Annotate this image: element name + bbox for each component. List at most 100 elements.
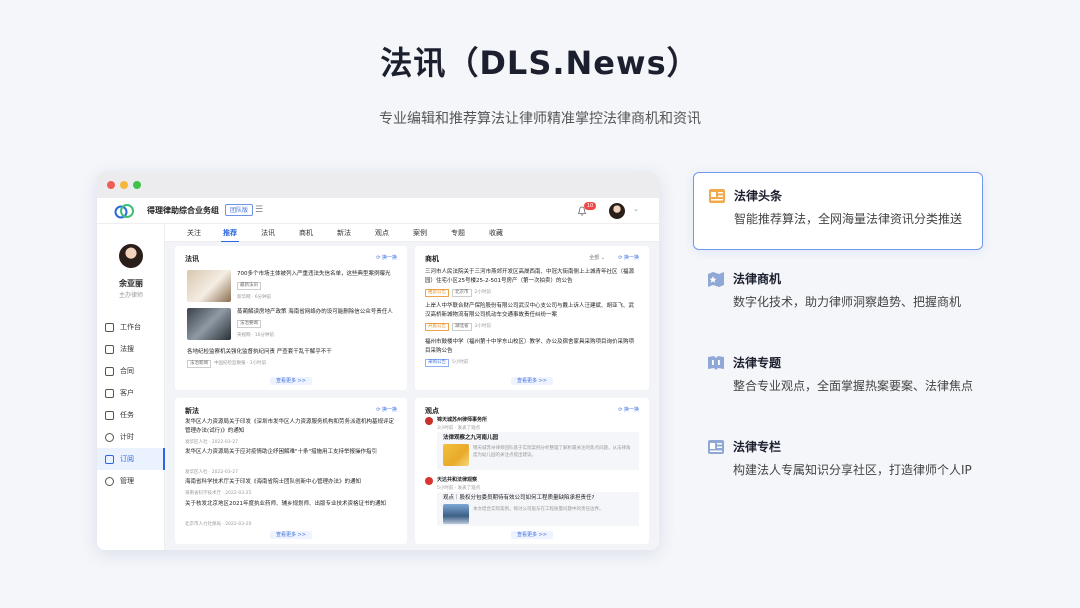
user-name: 余亚丽 — [119, 279, 143, 288]
app-header: 得理律助综合业务组 团队版 ☰ 10 ⌄ — [97, 198, 659, 224]
news-tag: 法治要闻 — [237, 320, 264, 328]
maximize-dot-icon[interactable] — [133, 181, 141, 189]
business-title[interactable]: 上岸人中华联合财产保险股份有限公司武汉中心支公司与戴上诉人汪建斌、胡亚飞、武汉高… — [425, 302, 639, 320]
view-more-label: 查看更多 >> — [511, 377, 553, 385]
meta-text: 5小时前 — [452, 360, 469, 365]
sidebar-item-search[interactable]: 法搜 — [97, 338, 165, 360]
sidebar-item-workbench[interactable]: 工作台 — [97, 316, 165, 338]
tab-favorites[interactable]: 收藏 — [489, 228, 503, 238]
refresh-button[interactable]: ⟳ 换一换 — [618, 406, 639, 413]
sidebar-item-customer[interactable]: 客户 — [97, 382, 165, 404]
task-icon — [105, 410, 114, 420]
sidebar-item-timer[interactable]: 计时 — [97, 426, 165, 448]
sidebar-item-admin[interactable]: 管理 — [97, 470, 165, 492]
new-law-card: 新法 ⟳ 换一换 发华区人力资源局关于印发《深圳市发华区人力资源服务机构和劳务派… — [175, 398, 407, 544]
close-dot-icon[interactable] — [107, 181, 115, 189]
sidebar-menu: 工作台 法搜 合同 客户 任务 计时 订阅 管理 — [97, 316, 165, 492]
news-title[interactable]: 700多个市场主体被列入严重违法失信名单，这些典型案例曝光 — [237, 270, 399, 279]
opinion-source[interactable]: 天达共和法律观察 — [437, 476, 477, 485]
view-more-label: 查看更多 >> — [511, 531, 553, 539]
team-badge: 团队版 — [225, 204, 254, 216]
business-meta: 采购公告 5小时前 — [425, 359, 468, 367]
tab-business[interactable]: 商机 — [299, 228, 313, 238]
tab-follow[interactable]: 关注 — [187, 228, 201, 238]
source-logo-icon — [425, 477, 433, 485]
tab-topic[interactable]: 专题 — [451, 228, 465, 238]
meta-text: 3小时前 — [474, 324, 491, 329]
law-title[interactable]: 关于核发北京地区2021年度执业药师、辅乡规划师、出版专业技术资格证书的通知 — [185, 500, 399, 509]
law-title[interactable]: 海南省科学技术厅关于印发《海南省院士团队创新中心管理办法》的通知 — [185, 478, 399, 487]
tab-recommend[interactable]: 推荐 — [221, 228, 239, 243]
user-avatar[interactable] — [609, 203, 625, 219]
news-title[interactable]: 蒸蔺解读房地产政策 海南省网络办的设可能删除信公众号责任人 — [237, 308, 399, 317]
opinion-title: 法律观察之九河南儿园 — [443, 435, 499, 441]
view-more-label: 查看更多 >> — [270, 377, 312, 385]
view-more-button[interactable]: 查看更多 >> — [415, 377, 649, 385]
card-title: 观点 — [425, 407, 439, 415]
law-title[interactable]: 发华区人力资源局关于应对疫情助企纾困解难"十条"措施用工支持举报操作指引 — [185, 448, 399, 457]
view-more-button[interactable]: 查看更多 >> — [175, 531, 407, 539]
news-title[interactable]: 各地纪检监察机关强化监督执纪问责 严查套干乱干解乎不干 — [187, 348, 399, 357]
business-title[interactable]: 三河市人民法院关于三河市燕郊开发区高晟西南、中冠大街南侧上上城青年社区（福源园）… — [425, 268, 639, 286]
tab-case[interactable]: 案例 — [413, 228, 427, 238]
admin-icon — [105, 476, 114, 486]
tag: 法治新闻 — [187, 360, 211, 368]
feature-title: 法律商机 — [733, 272, 782, 286]
feature-legal-columns[interactable]: 法律专栏 构建法人专属知识分享社区，打造律师个人IP — [693, 424, 983, 502]
news-meta: 法治新闻 中国纪检监察报 · 1小时前 — [187, 360, 266, 368]
user-role: 主办律师 — [118, 292, 143, 299]
tab-new-law[interactable]: 新法 — [337, 228, 351, 238]
law-meta: 北京市人力社保局 · 2022-03-20 — [185, 522, 252, 527]
feature-title: 法律专题 — [733, 356, 782, 370]
news-thumbnail — [187, 308, 231, 340]
sidebar-item-label: 法搜 — [120, 345, 134, 353]
opinion-preview[interactable]: 观点｜股权分包委员期待有效公司如何工程质量缺陷承担责任? 本文结合实际案例，探讨… — [437, 492, 639, 526]
law-meta: 发华区人社 · 2022-03-27 — [185, 470, 238, 475]
book-icon — [708, 356, 724, 370]
law-title[interactable]: 发华区人力资源局关于印发《深圳市发华区人力资源服务机构和劳务派遣机构基规评定管理… — [185, 418, 399, 436]
view-more-button[interactable]: 查看更多 >> — [175, 377, 407, 385]
opinion-source-meta: 5小时前 · 发表了观点 — [437, 486, 481, 491]
business-meta: 拍卖公告 北京市 2小时前 — [425, 289, 491, 297]
page-title: 法讯（DLS.News） — [380, 44, 700, 82]
refresh-label: 换一换 — [623, 407, 639, 413]
opinion-source[interactable]: 锦天城苏州律师事务所 — [437, 416, 487, 425]
refresh-button[interactable]: ⟳ 换一换 — [618, 254, 639, 261]
minimize-dot-icon[interactable] — [120, 181, 128, 189]
opinion-summary: 本文结合实际案例，探讨公司股东在工程质量问题中的责任边界。 — [473, 507, 604, 512]
card-title: 新法 — [185, 407, 199, 415]
feature-legal-topics[interactable]: 法律专题 整合专业观点，全面掌握热案要案、法律焦点 — [693, 340, 983, 418]
filter-dropdown[interactable]: 全部 ⌄ — [589, 254, 605, 261]
tab-faxun[interactable]: 法讯 — [261, 228, 275, 238]
business-title[interactable]: 福州市鼓楼中学（福州第十中学东山校区）教学、办公及宿舍家具采购项目询价采购项目采… — [425, 338, 639, 356]
clock-icon — [105, 432, 114, 442]
sidebar-item-label: 客户 — [120, 389, 134, 397]
opinion-title: 观点｜股权分包委员期待有效公司如何工程质量缺陷承担责任? — [443, 495, 595, 501]
news-meta: 央视网 · 16分钟前 — [237, 333, 275, 338]
refresh-button[interactable]: ⟳ 换一换 — [376, 254, 397, 261]
sidebar-item-contract[interactable]: 合同 — [97, 360, 165, 382]
sidebar-item-label: 管理 — [120, 477, 134, 485]
search-doc-icon — [105, 344, 114, 354]
news-tag: 最新法讯 — [237, 282, 264, 290]
view-more-button[interactable]: 查看更多 >> — [415, 531, 649, 539]
chevron-down-icon[interactable]: ⌄ — [633, 205, 639, 213]
contract-icon — [105, 366, 114, 376]
refresh-button[interactable]: ⟳ 换一换 — [376, 406, 397, 413]
menu-icon[interactable]: ☰ — [255, 205, 263, 215]
feature-legal-business[interactable]: 法律商机 数字化技术，助力律师洞察趋势、把握商机 — [693, 256, 983, 334]
monitor-icon — [105, 322, 114, 332]
sidebar-item-label: 计时 — [120, 433, 134, 441]
business-meta: 开庭公告 湖北省 3小时前 — [425, 323, 491, 331]
opinion-preview[interactable]: 法律观察之九河南儿园 锦天城苏州律师团队基于实际案例分析整理了解析最关注的焦点问… — [437, 432, 639, 470]
feature-desc: 数字化技术，助力律师洞察趋势、把握商机 — [733, 295, 962, 309]
opinion-card: 观点 ⟳ 换一换 锦天城苏州律师事务所 3小时前 · 发表了观点 法律观察之九河… — [415, 398, 649, 544]
sidebar-item-task[interactable]: 任务 — [97, 404, 165, 426]
feature-desc: 构建法人专属知识分享社区，打造律师个人IP — [733, 463, 972, 477]
org-name: 得理律助综合业务组 — [147, 206, 219, 215]
tab-opinion[interactable]: 观点 — [375, 228, 389, 238]
sidebar-item-subscribe[interactable]: 订阅 — [97, 448, 165, 470]
opinion-source-meta: 3小时前 · 发表了观点 — [437, 426, 481, 431]
feature-legal-headlines[interactable]: 法律头条 智能推荐算法，全网海量法律资讯分类推送 — [693, 172, 983, 250]
feature-desc: 智能推荐算法，全网海量法律资讯分类推送 — [734, 212, 963, 226]
